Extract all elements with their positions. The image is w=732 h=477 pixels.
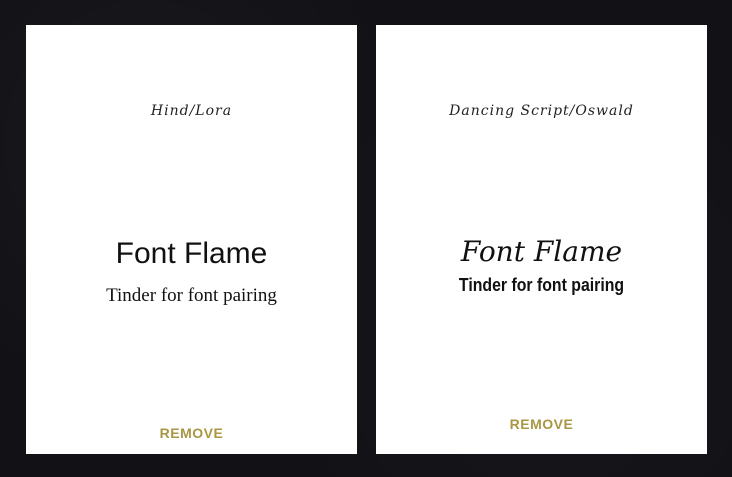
font-pair-name: Hind/Lora	[150, 103, 233, 119]
font-pair-card: Hind/Lora Font Flame Tinder for font pai…	[26, 25, 357, 454]
remove-button[interactable]: REMOVE	[26, 425, 357, 441]
font-pair-card: Dancing Script/Oswald Font Flame Tinder …	[376, 25, 707, 454]
remove-button[interactable]: REMOVE	[376, 416, 707, 432]
font-pair-name: Dancing Script/Oswald	[449, 103, 634, 119]
preview-headline: Font Flame	[460, 235, 623, 268]
preview-tagline: Tinder for font pairing	[106, 285, 277, 306]
preview-tagline: Tinder for font pairing	[458, 275, 625, 295]
preview-headline: Font Flame	[115, 237, 268, 270]
